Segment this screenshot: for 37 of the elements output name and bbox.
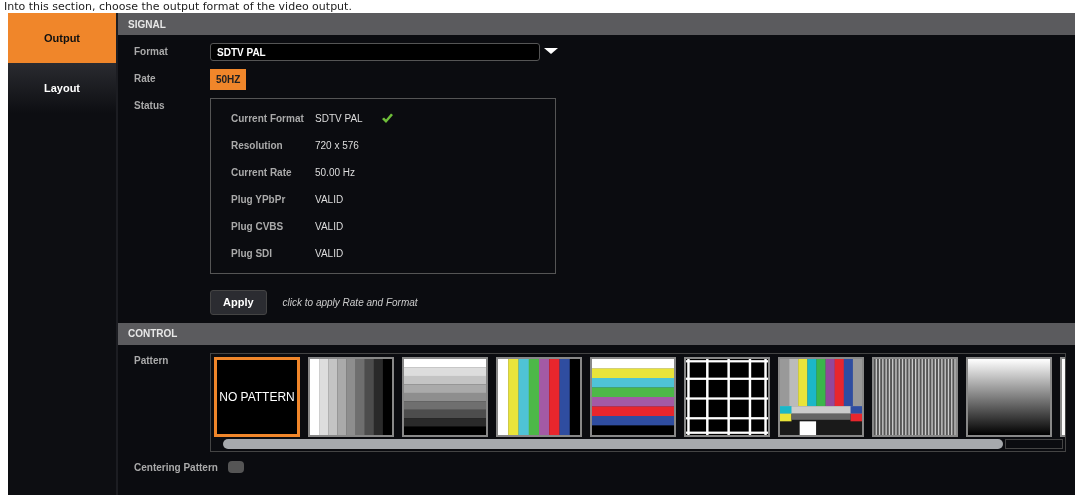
scrollbar-track [1005, 438, 1063, 449]
pattern-thumbnail[interactable] [402, 356, 488, 437]
pattern-thumbnail[interactable] [496, 356, 582, 437]
hint-text: click to apply Rate and Format [282, 295, 418, 310]
status-value: VALID [315, 193, 344, 207]
status-label: Resolution [231, 139, 284, 153]
field-label: Status [134, 99, 166, 113]
pattern-thumbnail[interactable] [308, 356, 394, 437]
pattern-thumbnail[interactable] [590, 356, 676, 437]
pattern-thumbnail[interactable] [778, 356, 864, 437]
rate-button[interactable]: 50HZ [210, 69, 247, 90]
status-label: Plug CVBS [231, 220, 285, 234]
section-header: SIGNAL [118, 13, 1075, 35]
pattern-thumbnail[interactable] [966, 356, 1052, 437]
status-value: 720 x 576 [315, 139, 359, 153]
sidebar-tab[interactable]: Output [8, 13, 116, 63]
dropdown-caret-icon[interactable] [544, 47, 558, 55]
toggle-switch[interactable] [228, 461, 244, 473]
status-value: 50.00 Hz [315, 166, 356, 180]
status-value: VALID [315, 247, 344, 261]
field-label: Pattern [134, 353, 170, 368]
pattern-thumbnail[interactable] [872, 356, 958, 437]
status-value: VALID [315, 220, 344, 234]
pattern-thumbnail[interactable]: NO PATTERN [214, 356, 300, 437]
status-label: Plug YPbPr [231, 193, 287, 207]
status-label: Current Rate [231, 166, 293, 180]
field-label: Format [134, 45, 169, 59]
pattern-thumbnail[interactable] [684, 356, 770, 437]
format-dropdown[interactable]: SDTV PAL [210, 43, 540, 61]
status-value: SDTV PAL [315, 112, 363, 126]
field-label: Centering Pattern [134, 460, 219, 475]
apply-button[interactable]: Apply [210, 290, 267, 315]
section-header: CONTROL [118, 322, 1075, 345]
status-label: Plug SDI [231, 247, 274, 261]
status-label: Current Format [231, 112, 305, 126]
scrollbar-thumb[interactable] [223, 438, 1003, 449]
field-label: Rate [134, 72, 157, 86]
